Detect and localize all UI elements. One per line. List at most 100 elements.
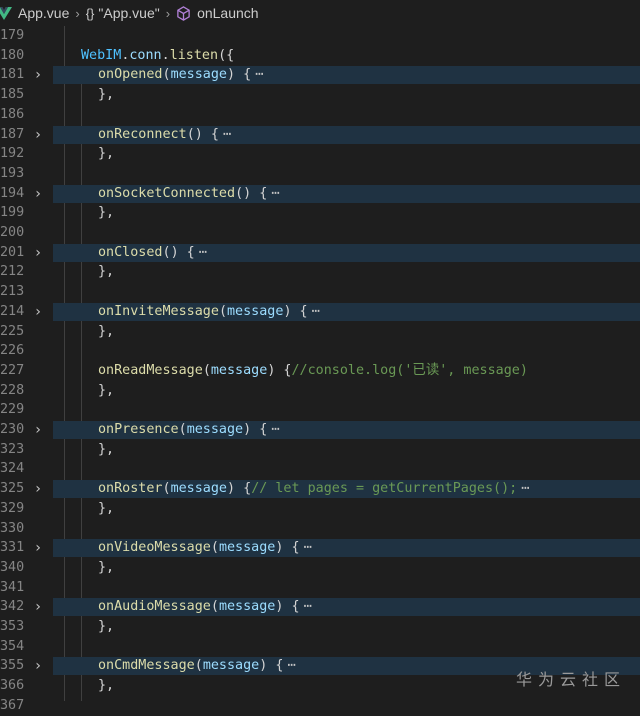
function-name: onSocketConnected bbox=[98, 185, 236, 201]
code-text: onInviteMessage(message) {⋯ bbox=[98, 303, 320, 319]
code-line[interactable]: 324 bbox=[0, 459, 640, 479]
folded-ellipsis-icon[interactable]: ⋯ bbox=[271, 422, 279, 437]
folded-ellipsis-icon[interactable]: ⋯ bbox=[304, 540, 312, 555]
line-number: 226 bbox=[0, 343, 25, 359]
identifier: WebIM bbox=[81, 47, 122, 63]
function-name: onRoster bbox=[98, 481, 163, 497]
code-text: }, bbox=[98, 85, 114, 105]
code-line[interactable]: 353}, bbox=[0, 617, 640, 637]
fold-chevron-icon[interactable]: › bbox=[31, 479, 45, 499]
code-editor[interactable]: 179 180 WebIM.conn.listen({181 › onOpened(me… bbox=[0, 26, 640, 713]
closing-brace: }, bbox=[98, 87, 115, 103]
code-line[interactable]: 194 › onSocketConnected() {⋯ bbox=[0, 184, 640, 204]
fold-chevron-icon[interactable]: › bbox=[31, 656, 45, 676]
code-text: }, bbox=[98, 617, 114, 637]
code-text: onRoster(message) {// let pages = getCur… bbox=[98, 481, 530, 497]
code-line[interactable]: 230 › onPresence(message) {⋯ bbox=[0, 420, 640, 440]
code-line[interactable]: 225}, bbox=[0, 322, 640, 342]
code-line[interactable]: 193 bbox=[0, 164, 640, 184]
code-line[interactable]: 342 › onAudioMessage(message) {⋯ bbox=[0, 597, 640, 617]
code-line[interactable]: 181 › onOpened(message) {⋯ bbox=[0, 65, 640, 85]
line-number: 193 bbox=[0, 165, 25, 181]
breadcrumb-object[interactable]: {} "App.vue" bbox=[86, 5, 160, 21]
line-number: 199 bbox=[0, 205, 25, 221]
function-name: onCmdMessage bbox=[98, 658, 195, 674]
fold-chevron-icon[interactable]: › bbox=[31, 597, 45, 617]
line-number: 341 bbox=[0, 579, 25, 595]
line-number: 325 bbox=[0, 481, 25, 497]
code-brace: { bbox=[251, 185, 268, 201]
parameter: message bbox=[227, 303, 284, 319]
function-name: onReadMessage bbox=[98, 362, 203, 378]
fold-chevron-icon[interactable]: › bbox=[31, 243, 45, 263]
parameter: message bbox=[202, 658, 260, 674]
function-name: onOpened bbox=[98, 67, 163, 83]
folded-ellipsis-icon[interactable]: ⋯ bbox=[271, 186, 279, 201]
folded-ellipsis-icon[interactable]: ⋯ bbox=[199, 245, 207, 260]
code-line[interactable]: 200 bbox=[0, 223, 640, 243]
function-name: onInviteMessage bbox=[98, 303, 219, 319]
code-line[interactable]: 187 › onReconnect() {⋯ bbox=[0, 125, 640, 145]
folded-ellipsis-icon[interactable]: ⋯ bbox=[304, 599, 312, 614]
line-number: 213 bbox=[0, 284, 25, 300]
folded-ellipsis-icon[interactable]: ⋯ bbox=[223, 127, 231, 142]
code-line[interactable]: 201 › onClosed() {⋯ bbox=[0, 243, 640, 263]
line-number: 342 bbox=[0, 599, 25, 615]
code-line[interactable]: 192}, bbox=[0, 144, 640, 164]
closing-brace: }, bbox=[98, 559, 115, 575]
code-line[interactable]: 323}, bbox=[0, 440, 640, 460]
parameter: message bbox=[218, 599, 276, 615]
code-line[interactable]: 227 onReadMessage(message) {//console.log… bbox=[0, 361, 640, 381]
listen-call: WebIM.conn.listen({ bbox=[81, 47, 235, 63]
code-text: onOpened(message) {⋯ bbox=[98, 67, 264, 83]
breadcrumb-file[interactable]: App.vue bbox=[18, 5, 69, 21]
code-line[interactable]: 186 bbox=[0, 105, 640, 125]
folded-ellipsis-icon[interactable]: ⋯ bbox=[521, 481, 529, 496]
code-line[interactable]: 228}, bbox=[0, 381, 640, 401]
fold-chevron-icon[interactable]: › bbox=[31, 125, 45, 145]
code-line[interactable]: 179 bbox=[0, 26, 640, 46]
closing-brace: }, bbox=[98, 441, 115, 457]
code-line[interactable]: 213 bbox=[0, 282, 640, 302]
code-line[interactable]: 180 WebIM.conn.listen({ bbox=[0, 46, 640, 66]
fold-chevron-icon[interactable]: › bbox=[31, 302, 45, 322]
fold-chevron-icon[interactable]: › bbox=[31, 538, 45, 558]
code-text: }, bbox=[98, 381, 114, 401]
closing-brace: }, bbox=[98, 323, 115, 339]
fold-chevron-icon[interactable]: › bbox=[31, 184, 45, 204]
code-line[interactable]: 331 › onVideoMessage(message) {⋯ bbox=[0, 538, 640, 558]
code-line[interactable]: 329}, bbox=[0, 499, 640, 519]
code-line[interactable]: 214 › onInviteMessage(message) {⋯ bbox=[0, 302, 640, 322]
code-line[interactable]: 199}, bbox=[0, 203, 640, 223]
folded-ellipsis-icon[interactable]: ⋯ bbox=[287, 658, 295, 673]
code-line[interactable]: 330 bbox=[0, 519, 640, 539]
code-brace: { bbox=[251, 422, 268, 437]
folded-ellipsis-icon[interactable]: ⋯ bbox=[312, 304, 320, 319]
code-line[interactable]: 341 bbox=[0, 578, 640, 598]
breadcrumb-method-label: onLaunch bbox=[197, 5, 259, 21]
fold-chevron-icon[interactable]: › bbox=[31, 420, 45, 440]
code-line[interactable]: 226 bbox=[0, 341, 640, 361]
code-line[interactable]: 185}, bbox=[0, 85, 640, 105]
fold-chevron-icon[interactable]: › bbox=[31, 65, 45, 85]
code-line[interactable]: 229 bbox=[0, 400, 640, 420]
line-number: 367 bbox=[0, 697, 25, 713]
function-name: onVideoMessage bbox=[98, 540, 211, 556]
code-line[interactable]: 325 › onRoster(message) {// let pages = ge… bbox=[0, 479, 640, 499]
code-line[interactable]: 367 bbox=[0, 696, 640, 716]
code-text: }, bbox=[98, 322, 114, 342]
line-number: 187 bbox=[0, 126, 25, 142]
chevron-right-icon: › bbox=[165, 5, 171, 21]
code-text: }, bbox=[98, 440, 114, 460]
braces-icon: {} bbox=[85, 5, 95, 21]
code-text: }, bbox=[98, 558, 114, 578]
code-brace: { bbox=[283, 540, 300, 556]
breadcrumb-method[interactable]: onLaunch bbox=[176, 5, 259, 21]
folded-ellipsis-icon[interactable]: ⋯ bbox=[255, 67, 263, 82]
line-number: 192 bbox=[0, 146, 25, 162]
code-line[interactable]: 340}, bbox=[0, 558, 640, 578]
code-line[interactable]: 212}, bbox=[0, 262, 640, 282]
line-number: 324 bbox=[0, 461, 25, 477]
line-number: 330 bbox=[0, 520, 25, 536]
code-line[interactable]: 354 bbox=[0, 637, 640, 657]
